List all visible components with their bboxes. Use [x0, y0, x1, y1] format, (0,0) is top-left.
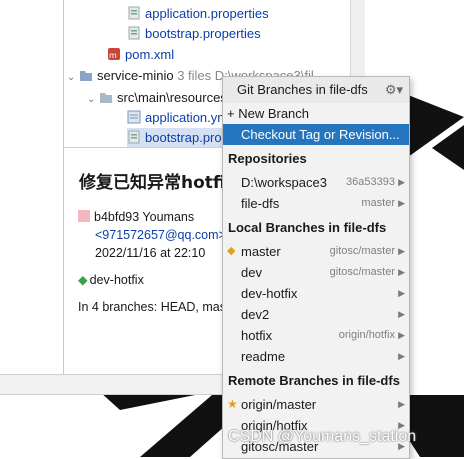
- gear-icon[interactable]: ⚙▾: [385, 82, 403, 98]
- chevron-right-icon: ▶: [398, 288, 405, 298]
- chevron-down-icon[interactable]: ⌄: [87, 90, 99, 110]
- local-branch-item[interactable]: dev2 ▶: [223, 304, 409, 325]
- chevron-right-icon: ▶: [398, 177, 405, 187]
- local-branch-item[interactable]: dev-hotfix ▶: [223, 283, 409, 304]
- chevron-right-icon: ▶: [398, 399, 405, 409]
- remote-branches-header: Remote Branches in file-dfs: [228, 373, 400, 388]
- properties-file-icon: [127, 130, 141, 144]
- local-branch-item[interactable]: hotfix origin/hotfix ▶: [223, 325, 409, 346]
- current-branch-icon: ◆: [227, 245, 236, 257]
- properties-file-icon: [127, 6, 141, 20]
- commit-details-panel: 修复已知异常hotfix b4bfd93 Youmans <971572657@…: [64, 148, 224, 374]
- git-branches-popup: Git Branches in file-dfs ⚙▾ + New Branch…: [222, 76, 410, 459]
- commit-tag: ◆ dev-hotfix: [78, 273, 144, 287]
- svg-text:m: m: [109, 51, 117, 60]
- module-folder-icon: [79, 68, 93, 82]
- avatar: [78, 210, 90, 222]
- tree-item[interactable]: bootstrap.properties: [127, 24, 261, 44]
- chevron-down-icon[interactable]: ⌄: [67, 68, 79, 88]
- favorite-star-icon: ★: [227, 397, 238, 411]
- tree-item[interactable]: m pom.xml: [107, 45, 174, 65]
- chevron-right-icon: ▶: [398, 309, 405, 319]
- folder-icon: [99, 90, 113, 104]
- chevron-right-icon: ▶: [398, 330, 405, 340]
- repositories-header: Repositories: [228, 151, 307, 166]
- properties-file-icon: [127, 26, 141, 40]
- popup-header: Git Branches in file-dfs ⚙▾: [223, 77, 409, 103]
- tree-item[interactable]: ⌄ src\main\resources: [87, 88, 227, 108]
- status-bar: [0, 374, 240, 395]
- tree-item[interactable]: application.properties: [127, 4, 269, 24]
- popup-title: Git Branches in file-dfs: [237, 82, 368, 97]
- checkout-tag-action[interactable]: Checkout Tag or Revision...: [223, 124, 409, 145]
- chevron-right-icon: ▶: [398, 246, 405, 256]
- tag-icon: ◆: [78, 273, 88, 287]
- local-branches-header: Local Branches in file-dfs: [228, 220, 387, 235]
- commit-author: b4bfd93 Youmans: [78, 210, 194, 224]
- new-branch-action[interactable]: + New Branch: [223, 103, 409, 124]
- commit-date: 2022/11/16 at 22:10: [95, 246, 206, 260]
- repository-item[interactable]: file-dfs master ▶: [223, 193, 409, 214]
- chevron-right-icon: ▶: [398, 267, 405, 277]
- local-branch-item[interactable]: dev gitosc/master ▶: [223, 262, 409, 283]
- tree-item[interactable]: application.yml: [127, 108, 231, 128]
- author-email-link[interactable]: <971572657@qq.com>: [95, 228, 224, 242]
- maven-file-icon: m: [107, 47, 121, 61]
- yaml-file-icon: [127, 110, 141, 124]
- repository-item[interactable]: D:\workspace3 36a53393 ▶: [223, 172, 409, 193]
- remote-branch-item[interactable]: ★ origin/master ▶: [223, 394, 409, 415]
- local-branch-item[interactable]: ◆ master gitosc/master ▶: [223, 241, 409, 262]
- commit-message: 修复已知异常hotfix: [79, 173, 224, 193]
- commit-branches: In 4 branches: HEAD, master: [78, 300, 224, 314]
- watermark: CSDN @Youmans_station: [228, 428, 417, 445]
- chevron-right-icon: ▶: [398, 198, 405, 208]
- chevron-right-icon: ▶: [398, 351, 405, 361]
- local-branch-item[interactable]: readme ▶: [223, 346, 409, 367]
